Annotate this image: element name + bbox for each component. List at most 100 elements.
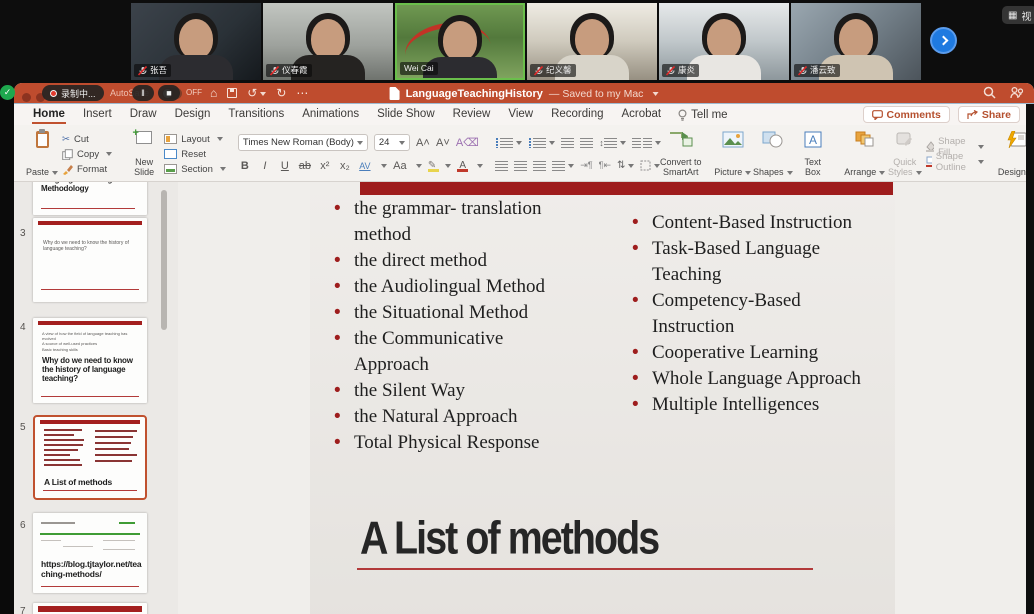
slide-4-thumbnail[interactable]: A view of how the field of language teac… (33, 318, 147, 403)
gallery-view-button[interactable]: ▦ 视 (1002, 6, 1034, 24)
slide-3-thumbnail[interactable]: Why do we need to know the history of la… (33, 218, 147, 302)
tab-insert[interactable]: Insert (74, 104, 121, 125)
slide-title[interactable]: A List of methods (360, 512, 658, 565)
security-shield-icon[interactable]: ✓ (0, 85, 15, 100)
pause-recording-button[interactable]: ‖ (132, 85, 154, 101)
screen-recording-indicator[interactable]: 录制中... (42, 85, 104, 101)
decrease-font-icon[interactable]: A˅ (436, 137, 450, 149)
share-icon[interactable] (1010, 86, 1024, 99)
shape-outline-button[interactable]: Shape Outline (925, 155, 984, 168)
participant-tile[interactable]: 康炎 (659, 3, 789, 80)
picture-button[interactable]: Picture (713, 129, 753, 179)
paste-button[interactable]: Paste (22, 129, 62, 179)
shapes-button[interactable]: Shapes (753, 129, 793, 179)
participant-name: 纪义馨 (546, 65, 572, 76)
home-icon[interactable]: ⌂ (210, 86, 217, 100)
methods-list-right[interactable]: Content-Based Instruction Task-Based Lan… (628, 210, 868, 418)
tab-transitions[interactable]: Transitions (219, 104, 293, 125)
participant-tile[interactable]: 张吾 (131, 3, 261, 80)
align-right-icon[interactable] (533, 161, 546, 171)
convert-smartart-button[interactable]: Convert to SmartArt (661, 129, 701, 179)
section-button[interactable]: Section (164, 163, 226, 176)
text-box-button[interactable]: A Text Box (793, 129, 833, 179)
bold-button[interactable]: B (238, 160, 252, 172)
text-align-box-icon[interactable] (640, 160, 660, 171)
next-participants-button[interactable] (930, 27, 957, 54)
superscript-button[interactable]: x² (318, 160, 332, 172)
participant-tile-active-speaker[interactable]: Wei Cai (395, 3, 525, 80)
list-item: the Natural Approach (330, 404, 562, 430)
slide-6-thumbnail[interactable]: https://blog.tjtaylor.net/teaching-metho… (33, 513, 147, 593)
paragraph-group: ↕ ⇥¶ ¶⇤ ⇅ (495, 129, 661, 179)
cut-button[interactable]: ✂Cut (62, 133, 112, 146)
decrease-indent-icon[interactable] (561, 138, 574, 148)
increase-font-icon[interactable]: A˄ (416, 137, 430, 149)
character-spacing-button[interactable]: AV (358, 161, 372, 171)
redo-icon[interactable]: ↻ (276, 86, 286, 100)
font-size-select[interactable]: 24 (374, 134, 410, 151)
underline-button[interactable]: U (278, 160, 292, 172)
participant-nametag: 仪春霞 (266, 64, 312, 77)
clear-formatting-icon[interactable]: A⌫ (456, 136, 470, 149)
change-case-button[interactable]: Aa (393, 160, 407, 172)
participant-tile[interactable]: 潘云致 (791, 3, 921, 80)
arrange-button[interactable]: Arrange (845, 129, 885, 179)
tell-me-button[interactable]: Tell me (670, 109, 735, 121)
undo-icon[interactable]: ↺ (247, 86, 266, 100)
cut-label: Cut (74, 134, 89, 145)
more-commands-icon[interactable]: ⋯ (296, 86, 308, 100)
subscript-button[interactable]: x₂ (338, 160, 352, 172)
slide-canvas[interactable]: the grammar- translation method the dire… (310, 182, 895, 614)
tab-home[interactable]: Home (24, 104, 74, 125)
participant-tile[interactable]: 仪春霞 (263, 3, 393, 80)
line-spacing-icon[interactable]: ↕ (599, 138, 626, 148)
tab-draw[interactable]: Draw (121, 104, 166, 125)
new-slide-button[interactable]: + New Slide (124, 129, 164, 179)
tab-slide-show[interactable]: Slide Show (368, 104, 444, 125)
title-dropdown-icon[interactable] (652, 92, 658, 96)
strikethrough-button[interactable]: ab (298, 160, 312, 172)
slide-7-thumbnail[interactable] (33, 603, 147, 614)
methods-list-left[interactable]: the grammar- translation method the dire… (330, 196, 562, 456)
comments-button[interactable]: Comments (863, 106, 950, 123)
italic-button[interactable]: I (258, 160, 272, 172)
share-button[interactable]: Share (958, 106, 1020, 123)
bullets-icon[interactable] (495, 138, 522, 148)
font-name-select[interactable]: Times New Roman (Body) (238, 134, 368, 151)
justify-icon[interactable] (552, 161, 574, 171)
window-titlebar[interactable]: 录制中... AutoSave ‖ ■ OFF ⌂ ↺ ↻ ⋯ Language… (14, 83, 1034, 104)
format-painter-button[interactable]: Format (62, 163, 112, 176)
layout-button[interactable]: Layout (164, 133, 226, 146)
align-left-icon[interactable] (495, 161, 508, 171)
recording-label: 录制中... (61, 87, 96, 100)
copy-button[interactable]: Copy (62, 148, 112, 161)
stop-recording-button[interactable]: ■ (158, 85, 180, 101)
slide-2-thumbnail[interactable]: Language Teaching Methodology (33, 182, 147, 215)
participant-tile[interactable]: 纪义馨 (527, 3, 657, 80)
numbering-icon[interactable] (528, 138, 555, 148)
tab-acrobat[interactable]: Acrobat (613, 104, 671, 125)
shapes-icon (762, 131, 784, 148)
align-center-icon[interactable] (514, 161, 527, 171)
sort-icon[interactable]: ⇅ (617, 160, 634, 171)
quick-styles-button[interactable]: Quick Styles (885, 129, 925, 179)
columns-icon[interactable] (632, 138, 661, 148)
reset-button[interactable]: Reset (164, 148, 226, 161)
comments-label: Comments (887, 109, 941, 121)
thumbnail-scrollbar[interactable] (161, 190, 167, 330)
slide-5-thumbnail-selected[interactable]: A List of methods (33, 415, 147, 500)
highlight-pen-icon[interactable]: ✎ (428, 160, 436, 171)
tab-design[interactable]: Design (166, 104, 220, 125)
document-title-group[interactable]: LanguageTeachingHistory — Saved to my Ma… (390, 83, 659, 104)
search-icon[interactable] (983, 86, 996, 99)
tab-animations[interactable]: Animations (293, 104, 368, 125)
increase-indent-icon[interactable] (580, 138, 593, 148)
rtl-direction-icon[interactable]: ¶⇤ (599, 160, 611, 171)
tab-recording[interactable]: Recording (542, 104, 612, 125)
font-color-icon[interactable]: A (457, 160, 468, 171)
tab-review[interactable]: Review (444, 104, 500, 125)
save-status: — Saved to my Mac (549, 88, 644, 100)
text-direction-icon[interactable]: ⇥¶ (580, 160, 592, 171)
save-icon[interactable] (227, 88, 237, 98)
tab-view[interactable]: View (499, 104, 542, 125)
